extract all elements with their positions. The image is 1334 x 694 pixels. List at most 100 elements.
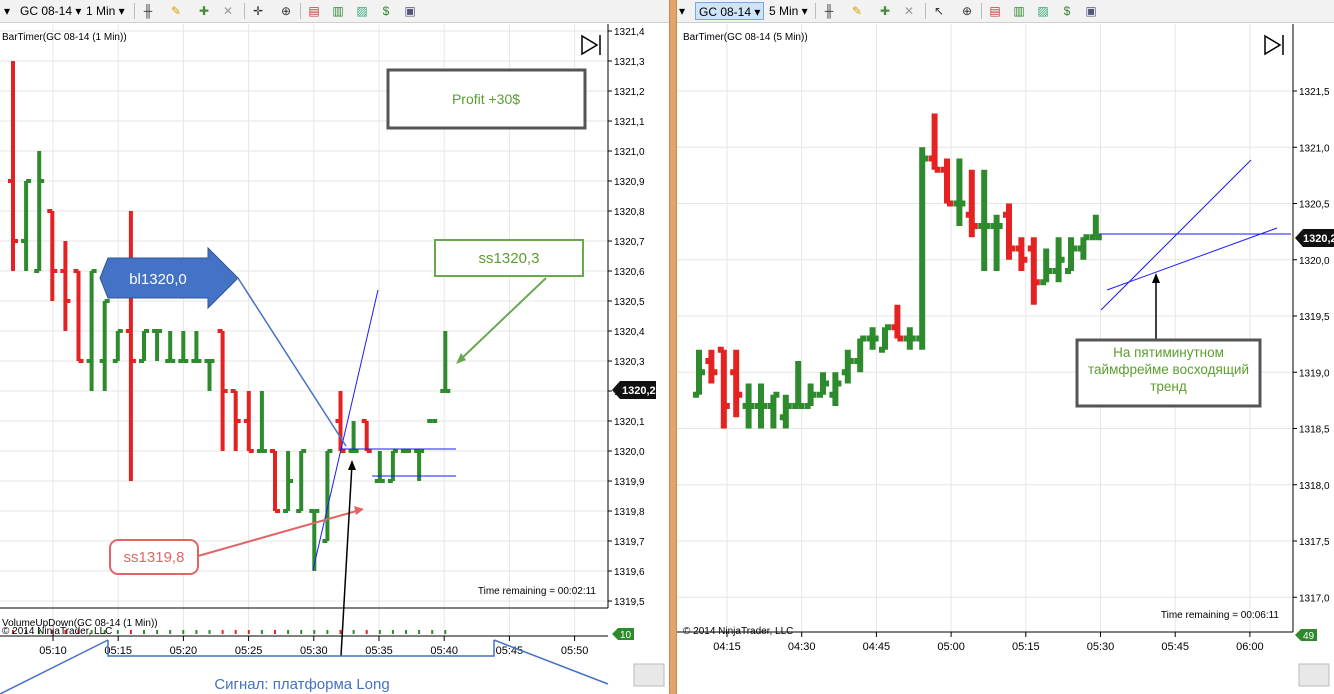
ohlc-bar [817, 372, 829, 398]
price-tick-label: 1320,7 [614, 237, 645, 248]
ohlc-bar [903, 327, 916, 350]
ohlc-bar [928, 113, 941, 173]
chart-window-1min[interactable]: ▾ GC 08-14 ▾ 1 Min ▾ ╫ ✎ ✚ ✕ ✛ ⊕ ▤ ▥ ▨ $… [0, 0, 669, 694]
indicator-title: BarTimer(GC 08-14 (5 Min)) [683, 32, 808, 43]
ohlc-bar [755, 383, 767, 429]
chart-window-5min[interactable]: ▾ GC 08-14 ▾ 5 Min ▾ ╫ ✎ ✚ ✕ ↖ ⊕ ▤ ▥ ▨ $… [677, 0, 1334, 694]
price-tick-label: 1319,0 [1299, 368, 1330, 379]
volume-badge: 10 [612, 628, 634, 641]
price-tick-label: 1319,5 [1299, 312, 1330, 323]
time-tick-label: 05:30 [1087, 641, 1115, 653]
ohlc-bar [8, 61, 18, 271]
price-tick-label: 1320,6 [614, 267, 645, 278]
price-tick-label: 1318,0 [1299, 481, 1330, 492]
ohlc-bar [730, 349, 743, 418]
price-tick-label: 1321,5 [1299, 87, 1330, 98]
time-axis[interactable]: 05:10 05:15 05:20 05:25 05:30 05:35 05:40 05:45… [39, 636, 588, 657]
grid [677, 24, 1293, 632]
price-tick-label: 1317,5 [1299, 537, 1330, 548]
current-price-label: 1320,2 [1303, 233, 1334, 245]
price-tick-label: 1319,9 [614, 477, 645, 488]
time-tick-label: 04:15 [713, 641, 741, 653]
profit-callout-text: Profit +30$ [452, 91, 520, 107]
price-axis[interactable]: 1321,5 1321,0 1320,5 1320,0 1319,5 1319,0 1318… [1293, 87, 1330, 604]
trend-lines [1099, 159, 1291, 311]
ohlc-bar [841, 349, 854, 384]
price-tick-label: 1320,5 [1299, 200, 1330, 211]
chart-canvas[interactable]: 1321,5 1321,0 1320,5 1320,0 1319,5 1319,0 1318… [677, 0, 1334, 694]
price-tick-label: 1321,0 [614, 147, 645, 158]
price-tick-label: 1321,4 [614, 27, 645, 38]
buy-limit-text: bl1320,0 [129, 271, 187, 288]
time-tick-label: 05:15 [1012, 641, 1040, 653]
volume-badge-label: 10 [620, 630, 632, 641]
signal-bracket: Сигнал: платформа Long [0, 460, 609, 694]
ohlc-bar [204, 359, 215, 391]
time-tick-label: 04:30 [788, 641, 816, 653]
ohlc-bar [891, 304, 904, 342]
time-axis[interactable]: 04:15 04:30 04:45 05:00 05:15 05:30 05:45 06:00 [713, 632, 1264, 653]
scrollbar[interactable] [1298, 663, 1330, 687]
ohlc-bar [1077, 234, 1090, 260]
ohlc-bar [717, 346, 730, 429]
price-tick-label: 1321,1 [614, 117, 645, 128]
price-bars [8, 61, 451, 571]
scrollbar[interactable] [633, 663, 665, 687]
current-price-marker: 1320,2 [612, 381, 656, 399]
time-tick-label: 05:40 [430, 645, 458, 657]
copyright: © 2014 NinjaTrader, LLC [683, 626, 793, 637]
price-tick-label: 1320,0 [1299, 256, 1330, 267]
ohlc-bar [178, 331, 189, 363]
copyright: © 2014 NinjaTrader, LLC [2, 626, 112, 637]
ohlc-bar [99, 299, 110, 391]
ohlc-bar [767, 391, 780, 429]
price-tick-label: 1320,0 [614, 447, 645, 458]
time-remaining: Time remaining = 00:02:11 [478, 586, 597, 597]
price-tick-label: 1318,5 [1299, 425, 1330, 436]
ohlc-bar [990, 214, 1003, 271]
ohlc-bar [47, 209, 58, 301]
profit-callout: Profit +30$ [386, 68, 587, 130]
ohlc-bar [112, 329, 123, 363]
time-tick-label: 05:30 [300, 645, 328, 657]
sell-stop-high-text: ss1320,3 [479, 250, 540, 267]
ohlc-bar [60, 241, 71, 331]
ohlc-bar [978, 169, 991, 271]
ohlc-bar [916, 147, 929, 350]
trend-callout: На пятиминутном таймфрейме восходящий тр… [1075, 273, 1262, 408]
time-tick-label: 05:35 [365, 645, 393, 657]
bartimer-icon [581, 34, 601, 56]
ohlc-bar [191, 331, 202, 363]
volume-badge: 49 [1295, 629, 1317, 642]
panel-divider[interactable] [669, 0, 677, 694]
ohlc-bar [792, 361, 805, 409]
price-axis[interactable]: 1321,4 1321,3 1321,2 1321,1 1321,0 1320,9 1320… [608, 27, 645, 608]
ohlc-bar [1003, 203, 1015, 260]
time-tick-label: 06:00 [1236, 641, 1264, 653]
time-tick-label: 04:45 [863, 641, 891, 653]
price-tick-label: 1319,8 [614, 507, 645, 518]
ohlc-bar [829, 372, 842, 406]
time-tick-label: 05:25 [235, 645, 263, 657]
ohlc-bar [348, 421, 359, 453]
time-tick-label: 05:50 [561, 645, 589, 657]
chart-canvas[interactable]: 1321,4 1321,3 1321,2 1321,1 1321,0 1320,9 1320… [0, 0, 669, 694]
ohlc-bar [125, 211, 136, 481]
ohlc-bar [742, 383, 755, 429]
ohlc-bar [165, 331, 176, 363]
time-tick-label: 05:00 [937, 641, 965, 653]
ohlc-bar [139, 329, 149, 363]
ohlc-bar [1027, 237, 1040, 305]
price-tick-label: 1320,8 [614, 207, 645, 218]
ohlc-bar [779, 394, 792, 429]
price-tick-label: 1321,0 [1299, 143, 1330, 154]
price-tick-label: 1320,5 [614, 297, 645, 308]
indicator-title: BarTimer(GC 08-14 (1 Min)) [2, 32, 127, 43]
price-tick-label: 1320,4 [614, 327, 645, 338]
sell-stop-low-text: ss1319,8 [124, 549, 185, 566]
drawing-lines [312, 289, 456, 571]
ohlc-bar [953, 158, 966, 226]
ohlc-bar [322, 449, 333, 543]
price-tick-label: 1319,6 [614, 567, 645, 578]
price-tick-label: 1320,3 [614, 357, 645, 368]
